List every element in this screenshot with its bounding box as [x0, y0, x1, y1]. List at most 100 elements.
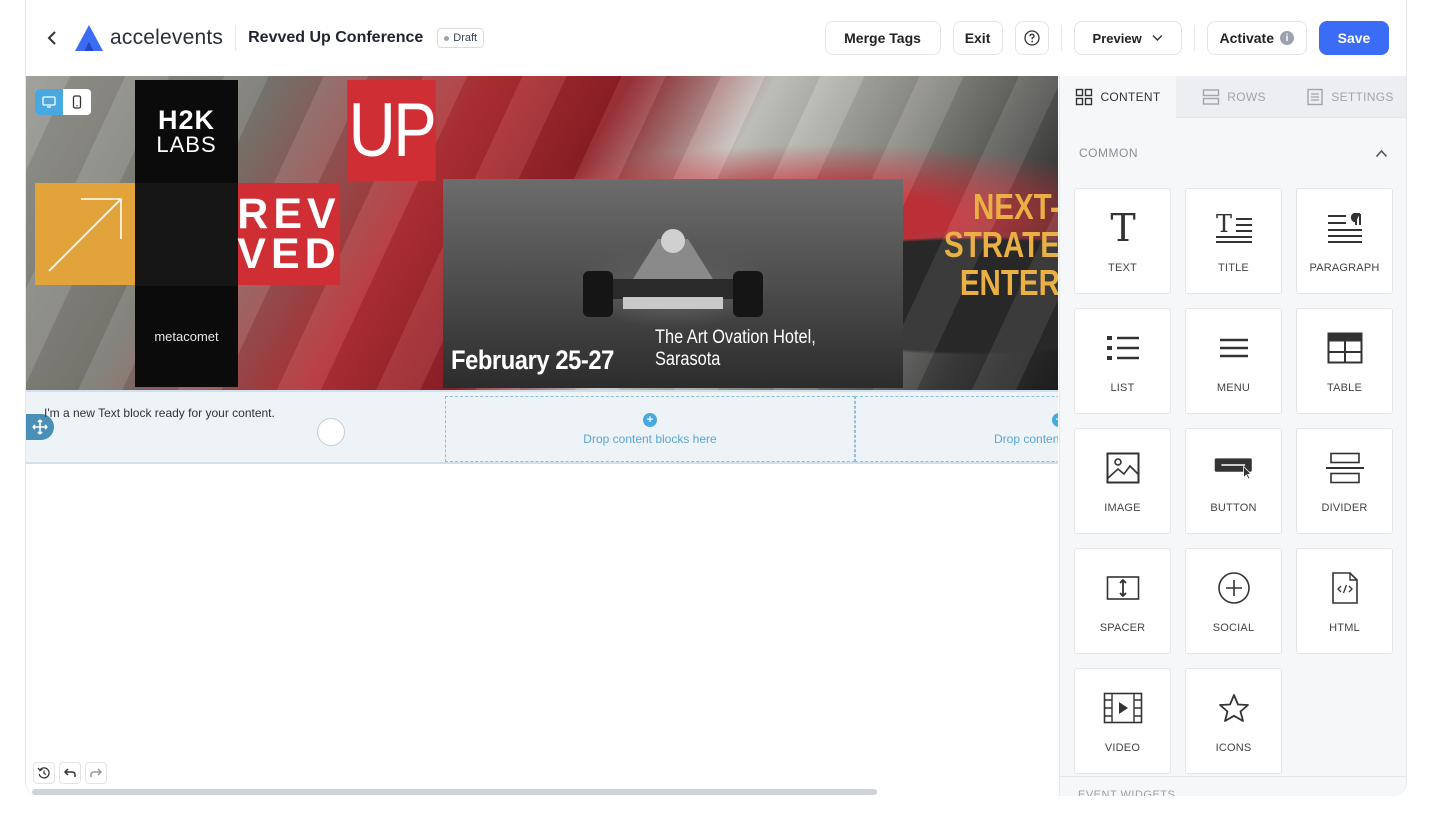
svg-text:T: T — [1215, 211, 1231, 238]
social-icon — [1217, 572, 1250, 604]
block-table[interactable]: TABLE — [1296, 308, 1393, 414]
back-button[interactable] — [32, 18, 72, 58]
block-button[interactable]: BUTTON — [1185, 428, 1282, 534]
undo-icon — [63, 768, 76, 777]
editor-canvas[interactable]: H2K LABS UP REV VED metacomet February 2… — [26, 76, 1058, 796]
block-spacer[interactable]: SPACER — [1074, 548, 1171, 654]
mobile-icon — [72, 95, 82, 109]
up-tile: UP — [347, 80, 437, 181]
labs-text: LABS — [156, 132, 217, 157]
button-icon — [1214, 458, 1252, 480]
block-label: MENU — [1216, 382, 1251, 394]
block-label: ICONS — [1215, 742, 1252, 754]
merge-tags-button[interactable]: Merge Tags — [824, 21, 941, 55]
drop-zone[interactable]: + Drop content blocks here — [445, 396, 855, 462]
activate-button[interactable]: Activate i — [1206, 21, 1307, 55]
chevron-up-icon — [1375, 149, 1388, 157]
tab-label: ROWS — [1227, 89, 1266, 104]
content-row[interactable]: I'm a new Text block ready for your cont… — [26, 390, 1058, 464]
event-widgets-section-header[interactable]: EVENT WIDGETS — [1060, 776, 1406, 796]
spacer-icon — [1106, 576, 1139, 600]
event-date: February 25-27 — [451, 345, 614, 375]
history-button[interactable] — [33, 762, 55, 784]
title-icon: T — [1215, 211, 1252, 243]
rows-icon — [1203, 88, 1220, 105]
banner-side-text: NEXT- STRATE ENTER — [944, 188, 1058, 302]
desktop-view-button[interactable] — [35, 89, 63, 115]
section-title: COMMON — [1079, 146, 1138, 160]
email-builder-window: accelevents Revved Up Conference Draft M… — [25, 0, 1407, 796]
tab-rows[interactable]: ROWS — [1176, 76, 1292, 118]
redo-icon — [90, 768, 103, 777]
grid-icon — [1076, 88, 1093, 106]
block-label: SPACER — [1099, 622, 1146, 634]
add-icon: + — [643, 412, 657, 427]
block-label: VIDEO — [1104, 742, 1141, 754]
horizontal-scrollbar[interactable] — [32, 789, 877, 795]
block-label: BUTTON — [1210, 502, 1257, 514]
block-paragraph[interactable]: PARAGRAPH — [1296, 188, 1393, 294]
mobile-view-button[interactable] — [63, 89, 91, 115]
tab-content[interactable]: CONTENT — [1060, 76, 1176, 118]
block-image[interactable]: IMAGE — [1074, 428, 1171, 534]
race-car-icon — [583, 229, 763, 317]
revved-tile: REV VED — [237, 183, 341, 285]
block-menu[interactable]: MENU — [1185, 308, 1282, 414]
block-icons[interactable]: ICONS — [1185, 668, 1282, 774]
desktop-icon — [42, 96, 56, 108]
chevron-down-icon — [1152, 35, 1163, 41]
table-icon — [1327, 332, 1362, 364]
revved-line-2: VED — [237, 230, 341, 278]
block-title[interactable]: T TITLE — [1185, 188, 1282, 294]
redo-button[interactable] — [85, 762, 107, 784]
activate-label: Activate — [1219, 30, 1274, 46]
tab-label: CONTENT — [1100, 90, 1161, 104]
tab-label: SETTINGS — [1331, 89, 1394, 104]
save-button[interactable]: Save — [1319, 21, 1389, 55]
chevron-left-icon — [47, 31, 56, 45]
block-label: DIVIDER — [1321, 502, 1368, 514]
block-list[interactable]: LIST — [1074, 308, 1171, 414]
add-icon: + — [1052, 412, 1058, 427]
tab-settings[interactable]: SETTINGS — [1292, 76, 1406, 118]
block-html[interactable]: HTML — [1296, 548, 1393, 654]
preview-dropdown[interactable]: Preview — [1073, 21, 1182, 55]
block-video[interactable]: VIDEO — [1074, 668, 1171, 774]
paragraph-icon — [1327, 213, 1362, 243]
metacomet-logo: metacomet — [135, 286, 238, 387]
section-header[interactable]: COMMON — [1060, 118, 1406, 188]
exit-button[interactable]: Exit — [952, 21, 1003, 55]
drop-zone[interactable]: + Drop conten — [855, 396, 1058, 462]
undo-button[interactable] — [59, 762, 81, 784]
h2k-labs-logo: H2K LABS — [135, 80, 238, 183]
block-label: SOCIAL — [1212, 622, 1255, 634]
cursor-indicator — [317, 418, 345, 446]
accelevents-logo[interactable]: accelevents — [74, 24, 223, 52]
block-social[interactable]: SOCIAL — [1185, 548, 1282, 654]
block-divider[interactable]: DIVIDER — [1296, 428, 1393, 534]
block-label: IMAGE — [1104, 502, 1141, 514]
logo-mark-icon — [75, 25, 103, 51]
content-blocks-grid: T TEXT T TITLE PARAGRAPH LIST MENU TABLE… — [1060, 188, 1406, 774]
device-toggle[interactable] — [35, 89, 91, 115]
dark-tile — [135, 183, 238, 286]
diagonal-arrow-icon — [48, 198, 122, 272]
divider — [235, 25, 237, 51]
history-icon — [37, 767, 50, 779]
help-icon — [1023, 30, 1040, 46]
divider — [1060, 25, 1062, 51]
help-button[interactable] — [1014, 21, 1049, 55]
text-block[interactable]: I'm a new Text block ready for your cont… — [44, 406, 275, 420]
arrow-tile — [35, 183, 135, 285]
drop-zone-label: Drop content blocks here — [583, 431, 717, 446]
divider — [1193, 25, 1195, 51]
banner-image[interactable]: H2K LABS UP REV VED metacomet February 2… — [26, 76, 1058, 390]
revved-line-1: REV — [237, 190, 341, 238]
side-line-1: NEXT- — [972, 186, 1058, 227]
block-label: PARAGRAPH — [1309, 262, 1380, 274]
star-icon — [1218, 694, 1249, 722]
block-text[interactable]: T TEXT — [1074, 188, 1171, 294]
toolbar-actions: Merge Tags Exit Preview Activate i Save — [824, 21, 1406, 55]
info-icon: i — [1280, 31, 1294, 45]
status-badge-label: Draft — [453, 32, 478, 44]
